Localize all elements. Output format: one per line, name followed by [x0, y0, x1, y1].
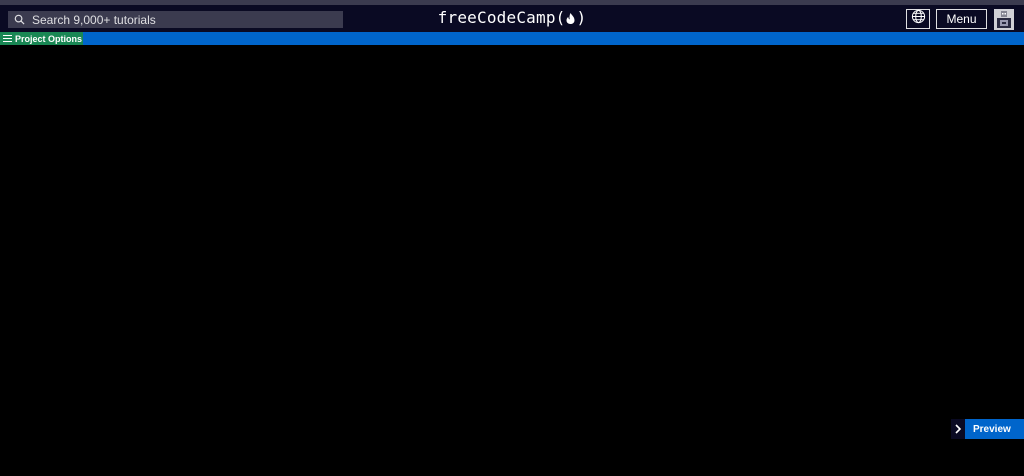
project-options-button[interactable]: Project Options	[0, 32, 83, 45]
top-navbar: freeCodeCamp() Menu	[0, 5, 1024, 32]
search-icon	[13, 14, 25, 26]
language-button[interactable]	[906, 9, 930, 29]
menu-label: Menu	[946, 12, 977, 26]
search-bar[interactable]	[8, 11, 343, 28]
logo-text: freeCodeCamp(	[437, 8, 566, 27]
globe-icon	[911, 9, 926, 29]
user-avatar[interactable]	[994, 9, 1014, 30]
project-options-label: Project Options	[15, 33, 83, 44]
preview-toggle-button[interactable]: Preview	[951, 419, 1024, 439]
logo-suffix: )	[576, 8, 587, 27]
hamburger-icon	[3, 35, 12, 42]
preview-label: Preview	[973, 423, 1011, 435]
chevron-right-icon	[951, 419, 965, 439]
project-options-bar: Project Options	[0, 32, 1024, 45]
search-input[interactable]	[32, 11, 332, 28]
flame-icon	[565, 10, 576, 29]
menu-button[interactable]: Menu	[936, 9, 987, 29]
